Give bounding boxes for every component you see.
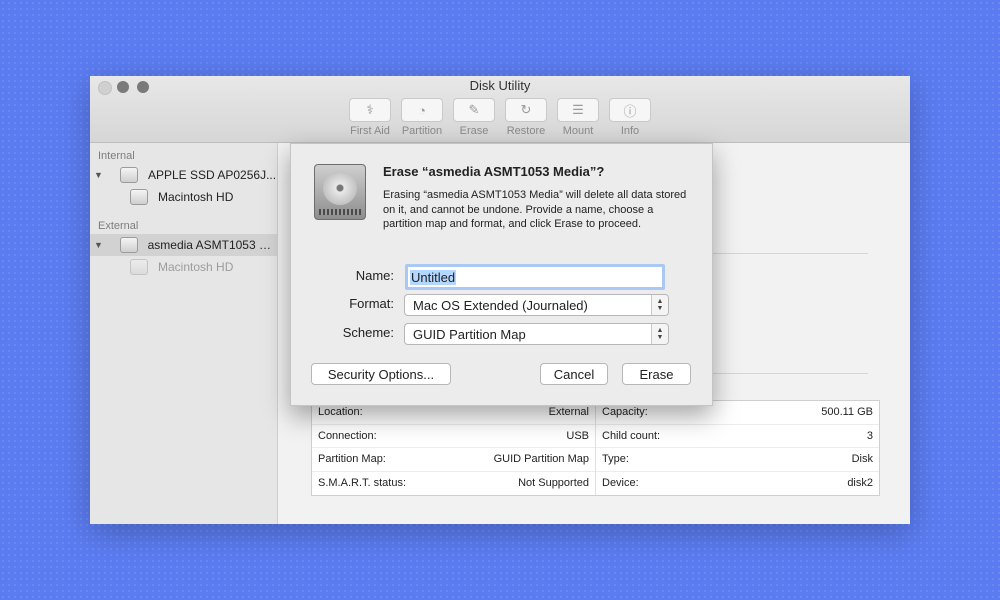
sidebar-section-external: External (98, 220, 139, 232)
hard-drive-icon (314, 164, 366, 220)
chevron-updown-icon: ▲ ▼ (651, 295, 668, 315)
info-value: External (548, 406, 589, 419)
dialog-message: Erasing “asmedia ASMT1053 Media” will de… (383, 189, 687, 230)
sidebar-item-internal-volume[interactable]: Macintosh HD (90, 186, 277, 208)
info-value: GUID Partition Map (493, 453, 589, 466)
first-aid-button[interactable]: ⚕ First Aid (348, 98, 392, 137)
scheme-value: GUID Partition Map (413, 326, 526, 342)
sidebar-item-internal-disk[interactable]: ▼ APPLE SSD AP0256J... (90, 164, 277, 186)
info-label: Info (620, 125, 640, 137)
disclosure-triangle-icon[interactable]: ▼ (94, 170, 104, 180)
format-value: Mac OS Extended (Journaled) (413, 297, 588, 313)
info-column-left: Location: External Connection: USB Partiti… (312, 401, 595, 495)
sidebar-item-external-disk[interactable]: ▼ asmedia ASMT1053 M... (90, 234, 277, 256)
info-value: Disk (851, 453, 873, 466)
security-options-button[interactable]: Security Options... (311, 363, 451, 385)
info-icon: ⓘ (609, 98, 651, 122)
disclosure-triangle-icon[interactable]: ▼ (94, 240, 104, 250)
sidebar-section-internal: Internal (98, 150, 135, 162)
internal-disk-icon (120, 167, 138, 183)
info-button[interactable]: ⓘ Info (608, 98, 652, 137)
mount-button[interactable]: ☰ Mount (556, 98, 600, 137)
title-bar: Disk Utility ⚕ First Aid ◔ Partition ✎ E… (90, 76, 910, 143)
volume-icon (130, 259, 148, 275)
sidebar-item-label: asmedia ASMT1053 M... (147, 238, 277, 252)
name-field-value[interactable]: Untitled (410, 269, 457, 285)
info-row: Device: disk2 (596, 472, 879, 496)
info-row: Connection: USB (312, 425, 595, 448)
erase-dialog: Erase “asmedia ASMT1053 Media”? Erasing … (290, 143, 713, 406)
external-disk-icon (119, 237, 138, 253)
info-column-right: Capacity: 500.11 GB Child count: 3 Type: Di… (595, 401, 879, 495)
mount-icon: ☰ (557, 98, 599, 122)
info-value: Not Supported (518, 477, 589, 490)
erase-toolbar-button[interactable]: ✎ Erase (452, 98, 496, 137)
info-table: Location: External Connection: USB Partiti… (311, 400, 880, 496)
info-row: S.M.A.R.T. status: Not Supported (312, 472, 595, 496)
erase-icon: ✎ (453, 98, 495, 122)
sidebar-item-label: APPLE SSD AP0256J... (148, 168, 277, 182)
name-label: Name: (355, 268, 394, 283)
sidebar-item-label: Macintosh HD (158, 260, 234, 274)
info-value: 500.11 GB (821, 406, 873, 419)
info-label: S.M.A.R.T. status: (318, 477, 407, 490)
sidebar: Internal ▼ APPLE SSD AP0256J... Macintos… (90, 143, 278, 524)
restore-icon: ↻ (505, 98, 547, 122)
platter-shape (323, 171, 357, 205)
info-row: Partition Map: GUID Partition Map (312, 448, 595, 472)
info-label: Location: (318, 406, 363, 419)
info-value: 3 (866, 429, 873, 442)
info-value: disk2 (847, 477, 873, 490)
partition-icon: ◔ (401, 98, 443, 122)
divider (698, 373, 868, 374)
chevron-updown-icon: ▲ ▼ (651, 324, 668, 344)
scheme-label: Scheme: (342, 325, 394, 340)
format-label: Format: (349, 296, 394, 311)
info-row: Child count: 3 (596, 425, 879, 448)
divider (698, 253, 868, 254)
info-label: Connection: (318, 429, 377, 442)
window-title: Disk Utility (469, 78, 531, 93)
stethoscope-icon: ⚕ (349, 98, 391, 122)
connector-shape (319, 209, 361, 215)
cancel-button[interactable]: Cancel (540, 363, 608, 385)
volume-icon (130, 189, 148, 205)
info-label: Capacity: (602, 406, 648, 419)
info-label: Device: (602, 477, 639, 490)
dialog-title: Erase “asmedia ASMT1053 Media”? (383, 164, 605, 179)
info-row: Type: Disk (596, 448, 879, 472)
info-label: Child count: (602, 429, 661, 442)
info-value: USB (566, 429, 589, 442)
scheme-popup[interactable]: GUID Partition Map ▲ ▼ (404, 323, 669, 345)
sidebar-item-label: Macintosh HD (158, 190, 234, 204)
info-label: Type: (602, 453, 629, 466)
partition-button[interactable]: ◔ Partition (400, 98, 444, 137)
restore-button[interactable]: ↻ Restore (504, 98, 548, 137)
erase-button[interactable]: Erase (622, 363, 691, 385)
sidebar-item-external-volume[interactable]: Macintosh HD (90, 256, 277, 278)
info-label: Partition Map: (318, 453, 386, 466)
name-field[interactable]: Untitled (405, 264, 665, 290)
format-popup[interactable]: Mac OS Extended (Journaled) ▲ ▼ (404, 294, 669, 316)
